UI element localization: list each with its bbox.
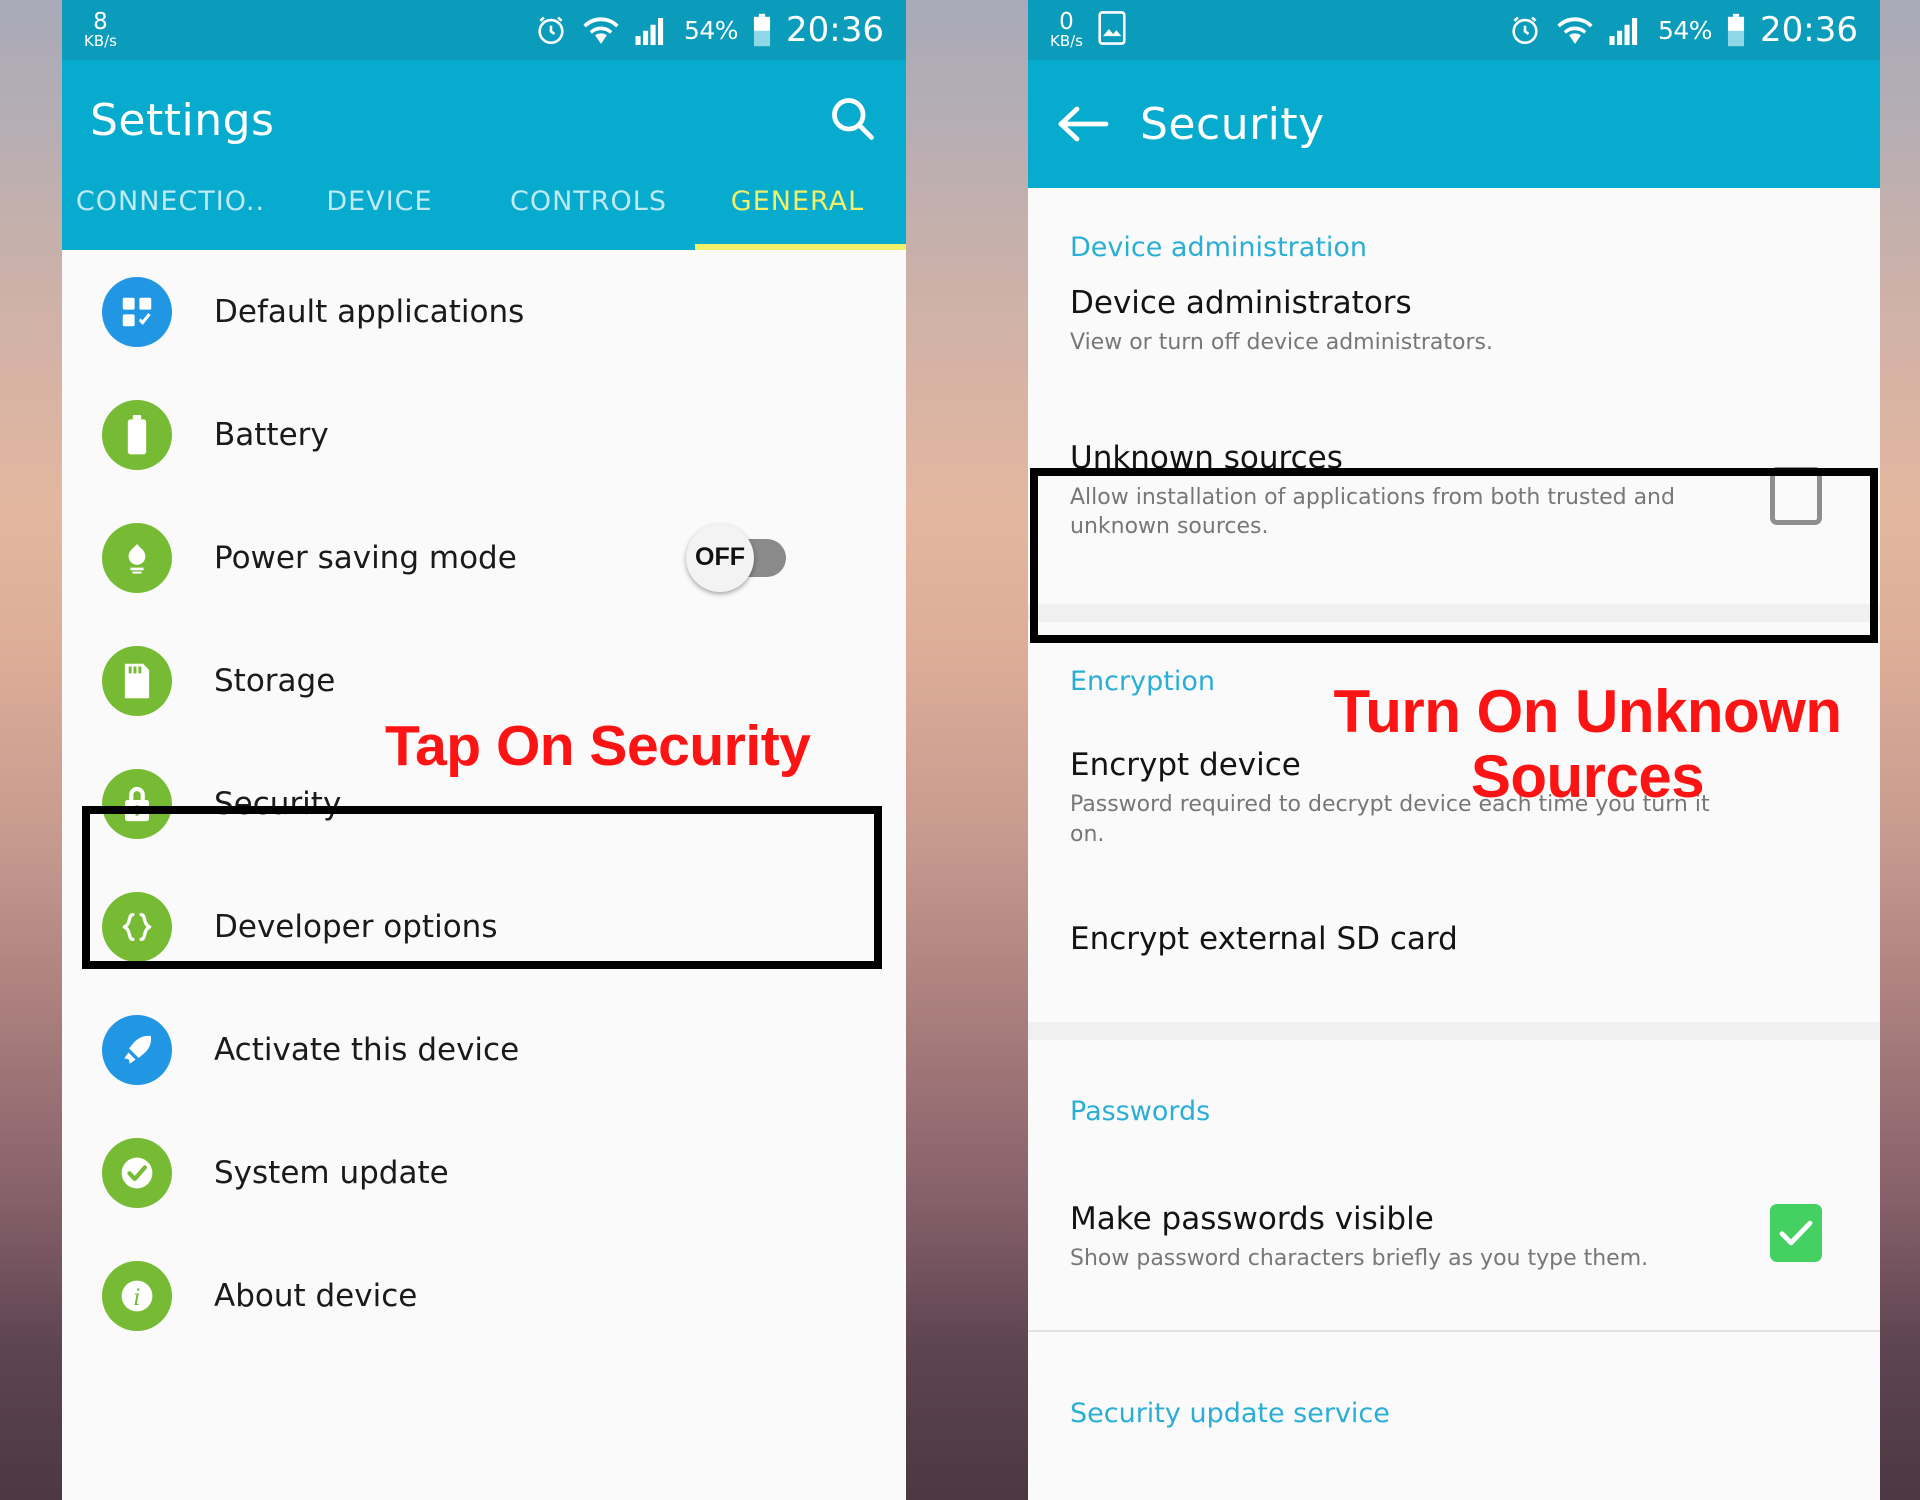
list-item-developer-options[interactable]: Developer options [62, 865, 906, 988]
network-speed-value: 8 [93, 8, 108, 35]
status-bar-right-group: 54% 20:36 [534, 10, 884, 50]
info-icon: i [102, 1260, 172, 1331]
pref-subtitle: Allow installation of applications from … [1070, 484, 1675, 540]
list-item-label: Developer options [214, 908, 498, 945]
network-speed-indicator: 8 KB/s [84, 8, 117, 50]
toggle-knob: OFF [686, 523, 754, 592]
signal-icon [634, 15, 670, 45]
pref-make-passwords-visible[interactable]: Make passwords visible Show password cha… [1028, 1135, 1880, 1331]
alarm-icon [1508, 13, 1542, 47]
list-item-activate-this-device[interactable]: Activate this device [62, 988, 906, 1111]
pref-subtitle: Show password characters briefly as you … [1070, 1246, 1649, 1272]
alarm-icon [534, 13, 568, 47]
pref-title: Make passwords visible [1070, 1201, 1434, 1238]
default-apps-icon [102, 276, 172, 347]
status-bar-left-group: 8 KB/s [84, 8, 117, 50]
wifi-icon [1556, 15, 1594, 45]
list-item-label: Power saving mode [214, 539, 517, 576]
status-bar-left: 8 KB/s 54% 20:36 [62, 0, 906, 60]
page-title: Security [1140, 98, 1325, 150]
section-divider [1028, 1022, 1880, 1041]
pref-subtitle: View or turn off device administrators. [1070, 330, 1493, 355]
pref-encrypt-external-sd-card[interactable]: Encrypt external SD card [1028, 879, 1880, 1023]
list-item-system-update[interactable]: System update [62, 1111, 906, 1234]
tab-connections[interactable]: CONNECTIO.. [66, 180, 275, 217]
status-bar-right-group: 54% 20:36 [1508, 10, 1858, 50]
list-item-label: Default applications [214, 293, 525, 330]
rocket-icon [102, 1014, 172, 1085]
list-item-battery[interactable]: Battery [62, 373, 906, 496]
wifi-icon [582, 15, 620, 45]
tab-general[interactable]: GENERAL [693, 180, 902, 217]
list-item-power-saving-mode[interactable]: Power saving mode OFF [62, 496, 906, 619]
section-divider [1028, 604, 1880, 623]
tab-controls[interactable]: CONTROLS [484, 180, 693, 217]
power-saving-icon [102, 522, 172, 593]
settings-list: Default applications Battery Power savin… [62, 250, 906, 1357]
list-item-label: System update [214, 1154, 449, 1191]
clock: 20:36 [786, 10, 884, 50]
status-bar-right: 0 KB/s 54% 20:36 [1028, 0, 1880, 60]
page-title: Settings [90, 94, 275, 146]
battery-percent: 54% [1657, 15, 1713, 45]
tab-device[interactable]: DEVICE [275, 180, 484, 217]
clock: 20:36 [1760, 10, 1858, 50]
list-item-label: Storage [214, 662, 336, 699]
battery-icon [102, 399, 172, 470]
network-speed-unit: KB/s [84, 31, 117, 50]
signal-icon [1608, 15, 1644, 45]
tab-bar: CONNECTIO.. DEVICE CONTROLS GENERAL [62, 180, 906, 250]
section-header-passwords: Passwords [1070, 1096, 1211, 1128]
pref-unknown-sources[interactable]: Unknown sources Allow installation of ap… [1028, 387, 1880, 605]
list-item-label: Activate this device [214, 1031, 520, 1068]
callout-tap-on-security: Tap On Security [385, 714, 811, 778]
braces-icon [102, 891, 172, 962]
list-item-label: Security [214, 785, 342, 822]
search-icon[interactable] [826, 92, 878, 148]
network-speed-value: 0 [1059, 8, 1074, 35]
network-speed-unit: KB/s [1050, 31, 1083, 50]
svg-text:i: i [133, 1284, 140, 1310]
lock-icon [102, 768, 172, 839]
pref-title: Encrypt external SD card [1070, 921, 1458, 958]
app-bar-left: Settings [62, 60, 906, 180]
pref-device-administrators[interactable]: Device administrators View or turn off d… [1028, 271, 1880, 388]
list-item-default-applications[interactable]: Default applications [62, 250, 906, 373]
back-arrow-icon[interactable] [1056, 104, 1110, 144]
security-settings-list: Device administration Device administrat… [1028, 188, 1880, 1437]
check-circle-icon [102, 1137, 172, 1208]
screenshot-icon [1097, 10, 1127, 50]
battery-icon [1726, 13, 1746, 47]
list-item-label: Battery [214, 416, 329, 453]
callout-turn-on-unknown-sources: Turn On Unknown Sources [1333, 678, 1842, 810]
status-bar-left-group: 0 KB/s [1050, 10, 1127, 50]
battery-percent: 54% [683, 15, 739, 45]
unknown-sources-checkbox[interactable] [1770, 466, 1822, 525]
app-bar-right: Security [1028, 60, 1880, 188]
list-item-about-device[interactable]: i About device [62, 1234, 906, 1357]
pref-title: Device administrators [1070, 285, 1412, 321]
make-passwords-visible-checkbox[interactable] [1770, 1203, 1822, 1262]
section-header-device-administration: Device administration [1070, 232, 1368, 263]
battery-icon [752, 13, 772, 47]
section-header-security-update-service: Security update service [1070, 1398, 1390, 1430]
list-item-label: About device [214, 1277, 418, 1314]
power-saving-toggle[interactable]: OFF [686, 523, 786, 592]
network-speed-indicator: 0 KB/s [1050, 8, 1083, 50]
pref-title: Unknown sources [1070, 439, 1343, 476]
storage-icon [102, 645, 172, 716]
